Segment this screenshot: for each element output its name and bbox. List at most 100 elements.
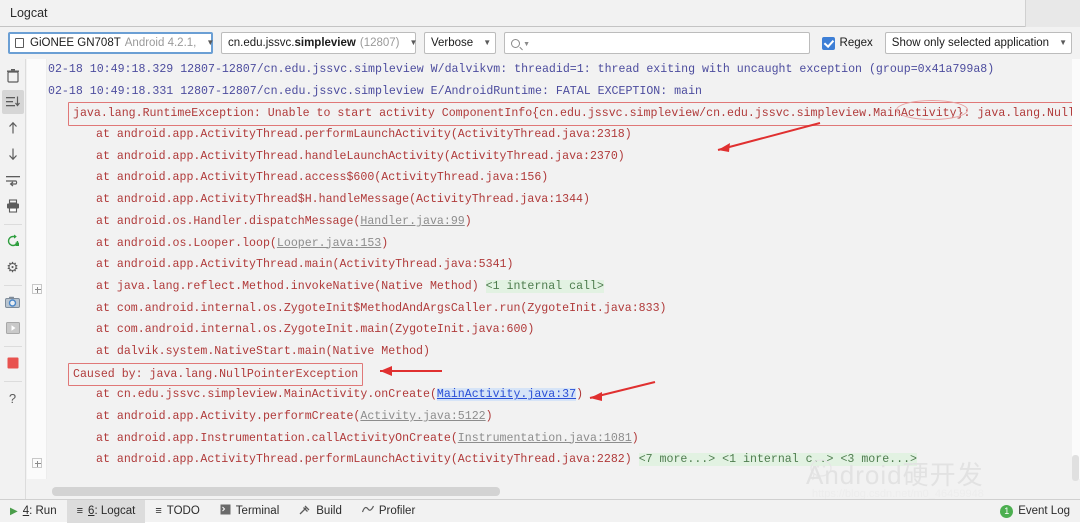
status-profiler-label: Profiler (378, 505, 416, 517)
search-dropdown-icon[interactable]: ▼ (523, 41, 530, 48)
process-pid: (12807) (359, 37, 400, 49)
status-todo[interactable]: ≡ TODO (145, 500, 209, 523)
soft-wrap-icon[interactable] (2, 168, 24, 192)
status-todo-label: TODO (166, 505, 200, 517)
status-run-label: : Run (29, 505, 57, 517)
run-play-icon: ▶ (10, 505, 18, 517)
log-line-text: Caused by: java.lang.NullPointerExceptio… (73, 367, 359, 381)
collapsed-frames-badge[interactable]: <1 internal call> (485, 279, 604, 293)
log-level-value: Verbose (431, 37, 474, 49)
vertical-scrollbar-thumb[interactable] (1072, 455, 1079, 481)
log-line[interactable]: at android.app.Instrumentation.callActiv… (48, 428, 1080, 450)
status-build-label: Build (316, 505, 342, 517)
screen-record-icon[interactable] (2, 316, 24, 340)
log-line-text: at android.app.ActivityThread.access$600… (96, 171, 549, 185)
event-log-count: 1 (1000, 504, 1014, 518)
status-terminal[interactable]: Terminal (210, 500, 289, 523)
down-arrow-icon[interactable] (2, 142, 24, 166)
status-logcat[interactable]: ≡ 6: Logcat (66, 499, 146, 523)
status-profiler[interactable]: Profiler (352, 500, 425, 523)
filter-selector[interactable]: Show only selected application ▼ (884, 32, 1072, 54)
print-icon[interactable] (2, 194, 24, 218)
log-line-text: at java.lang.reflect.Method.invokeNative… (96, 279, 486, 293)
log-line[interactable]: at android.app.ActivityThread.access$600… (48, 167, 1080, 189)
log-line-text: at cn.edu.jssvc.simpleview.MainActivity.… (96, 388, 437, 402)
log-line[interactable]: at android.os.Handler.dispatchMessage(Ha… (48, 211, 1080, 233)
log-line[interactable]: at cn.edu.jssvc.simpleview.MainActivity.… (48, 384, 1080, 406)
log-line[interactable]: at android.app.ActivityThread.performLau… (48, 449, 1080, 471)
logcat-lines-icon: ≡ (76, 505, 84, 517)
help-icon[interactable]: ? (2, 386, 24, 410)
log-line[interactable]: java.lang.RuntimeException: Unable to st… (48, 102, 1080, 127)
log-line[interactable]: at android.os.Looper.loop(Looper.java:15… (48, 233, 1080, 255)
log-line-text: at android.app.ActivityThread$H.handleMe… (96, 193, 590, 207)
source-link[interactable]: Activity.java:5122 (360, 410, 485, 423)
up-arrow-icon[interactable] (2, 116, 24, 140)
log-line[interactable]: at android.app.ActivityThread$H.handleMe… (48, 189, 1080, 211)
fold-marker[interactable] (32, 284, 42, 294)
log-line[interactable]: Caused by: java.lang.NullPointerExceptio… (48, 362, 1080, 387)
annotation-redbox: Caused by: java.lang.NullPointerExceptio… (68, 362, 364, 387)
log-line-suffix: ) (485, 410, 493, 423)
source-link[interactable]: Handler.java:99 (360, 215, 464, 228)
logcat-output[interactable]: 02-18 10:49:18.329 12807-12807/cn.edu.js… (48, 59, 1080, 479)
source-link[interactable]: Instrumentation.java:1081 (458, 432, 632, 445)
log-line[interactable]: at com.android.internal.os.ZygoteInit$Me… (48, 298, 1080, 320)
log-line[interactable]: at com.android.internal.os.ZygoteInit.ma… (48, 319, 1080, 341)
log-line[interactable]: at android.app.ActivityThread.main(Activ… (48, 254, 1080, 276)
process-name: simpleview (294, 37, 356, 49)
chevron-down-icon: ▼ (483, 38, 492, 47)
log-line-text: at android.app.ActivityThread.main(Activ… (96, 258, 514, 272)
restart-icon[interactable] (2, 229, 24, 253)
vertical-scrollbar-track[interactable] (1072, 59, 1080, 479)
stop-icon[interactable] (2, 351, 24, 375)
device-detail: Android 4.2.1, (124, 37, 197, 49)
log-line-text: at android.os.Handler.dispatchMessage( (96, 214, 361, 228)
process-selector[interactable]: cn.edu.jssvc. simpleview (12807) ▼ (221, 32, 417, 54)
log-line[interactable]: 02-18 10:49:18.331 12807-12807/cn.edu.js… (48, 81, 1080, 103)
log-line[interactable]: at java.lang.reflect.Method.invokeNative… (48, 276, 1080, 298)
log-line[interactable]: at android.app.ActivityThread.performLau… (48, 124, 1080, 146)
chevron-down-icon: ▼ (206, 38, 215, 47)
log-line-text: at android.app.ActivityThread.handleLaun… (96, 149, 625, 163)
source-link[interactable]: MainActivity.java:37 (436, 388, 577, 402)
search-input[interactable] (533, 34, 809, 52)
log-level-selector[interactable]: Verbose ▼ (424, 32, 497, 54)
log-line-text: at com.android.internal.os.ZygoteInit$Me… (96, 301, 667, 315)
regex-label: Regex (839, 37, 873, 49)
log-line-suffix: ) (631, 431, 639, 445)
log-line-text: at android.app.ActivityThread.performLau… (96, 453, 639, 467)
horizontal-scrollbar-thumb[interactable] (52, 487, 500, 496)
logcat-side-toolbar: ⚙ ? (0, 59, 26, 499)
status-logcat-label: : Logcat (94, 505, 136, 517)
log-line[interactable]: at android.app.ActivityThread.handleLaun… (48, 146, 1080, 168)
source-link[interactable]: Looper.java:153 (277, 237, 381, 250)
scroll-to-end-icon[interactable] (1, 90, 24, 114)
log-line[interactable]: at android.app.Activity.performCreate(Ac… (48, 406, 1080, 428)
log-line-suffix: ) (464, 214, 472, 228)
annotation-redbox: java.lang.RuntimeException: Unable to st… (68, 102, 1080, 127)
status-terminal-label: Terminal (235, 505, 280, 517)
status-build[interactable]: Build (289, 500, 352, 523)
clear-logcat-icon[interactable] (2, 64, 24, 88)
log-line-text: at android.app.ActivityThread.performLau… (96, 128, 632, 142)
log-line-text: at dalvik.system.NativeStart.main(Native… (96, 344, 430, 358)
collapsed-frames-badge[interactable]: <7 more...> <1 internal c..> <3 more...> (638, 453, 917, 467)
log-line[interactable]: 02-18 10:49:18.329 12807-12807/cn.edu.js… (48, 59, 1080, 81)
log-line[interactable]: at dalvik.system.NativeStart.main(Native… (48, 341, 1080, 363)
regex-checkbox[interactable] (821, 36, 835, 50)
status-bar: ▶ 4: Run ≡ 6: Logcat ≡ TODO Terminal Bui… (0, 499, 1080, 523)
device-selector[interactable]: GiONEE GN708T Android 4.2.1, ▼ (8, 32, 215, 54)
status-run[interactable]: ▶ 4: Run (0, 500, 67, 523)
log-line-text: 02-18 10:49:18.331 12807-12807/cn.edu.js… (48, 84, 702, 98)
event-log-button[interactable]: 1 Event Log (990, 500, 1080, 523)
page-title: Logcat (10, 6, 48, 20)
logcat-window: Logcat ⚙ — GiONEE GN708T Android 4.2.1, … (0, 0, 1080, 523)
fold-marker[interactable] (32, 458, 42, 468)
settings-gear-icon[interactable]: ⚙ (2, 255, 24, 279)
screenshot-camera-icon[interactable] (2, 290, 24, 314)
regex-checkbox-group[interactable]: Regex (821, 36, 873, 50)
search-box[interactable]: ▼ (504, 32, 810, 54)
profiler-icon (361, 504, 374, 518)
event-log-label: Event Log (1018, 505, 1070, 517)
